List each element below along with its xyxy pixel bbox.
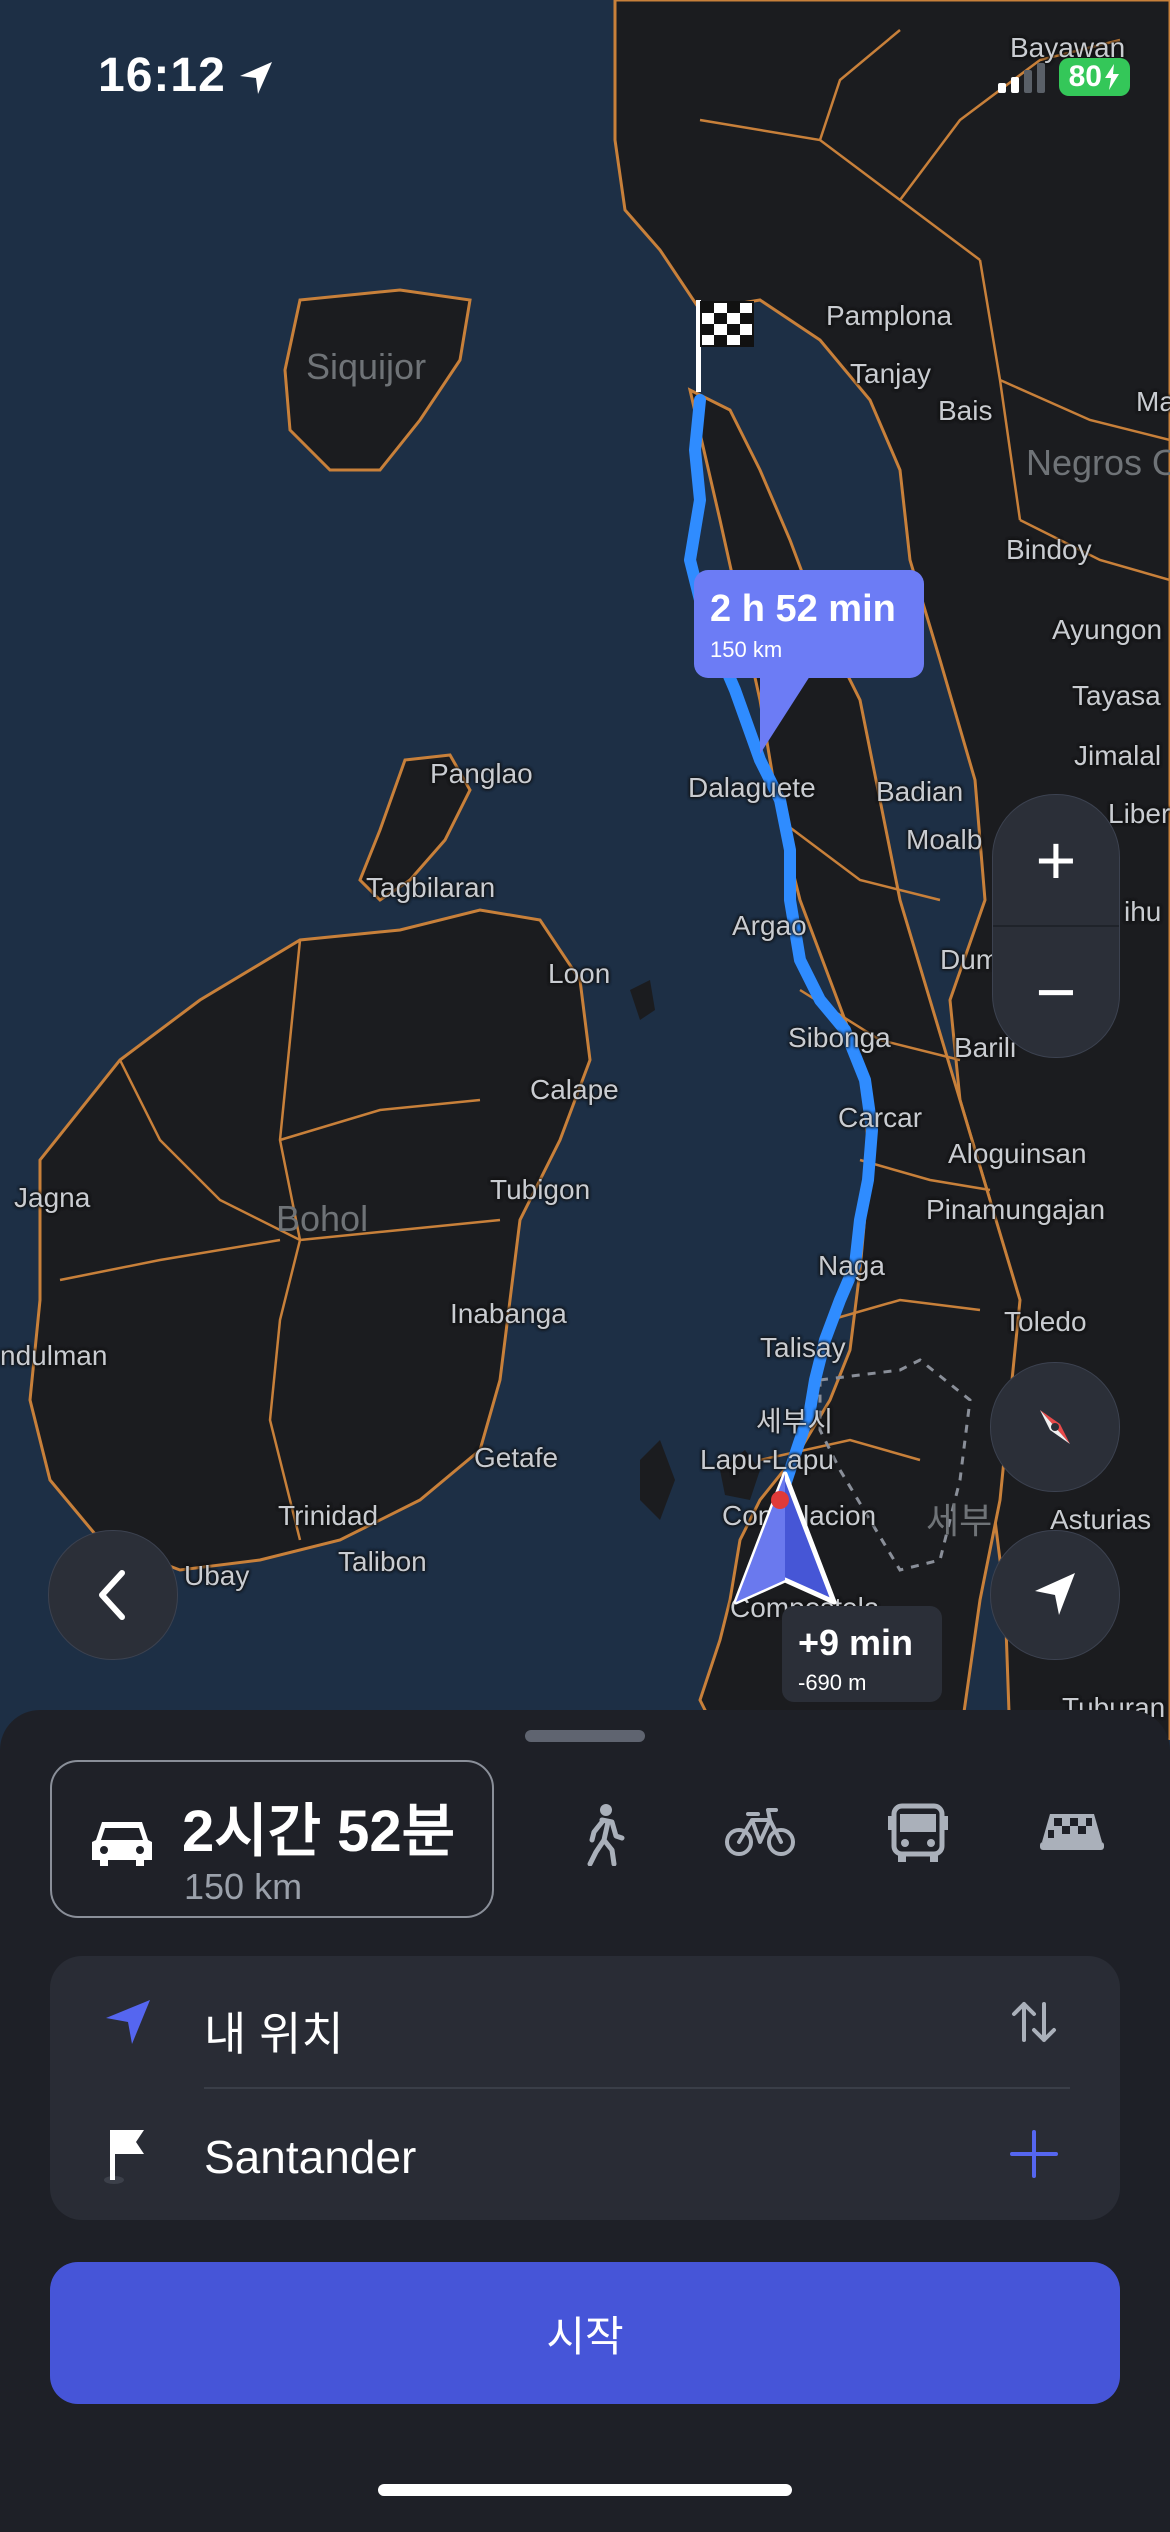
map-label: Bais [938, 395, 993, 426]
alt-route-bubble[interactable]: +9 min -690 m [782, 1606, 942, 1702]
walk-icon[interactable] [576, 1802, 632, 1866]
swap-icon[interactable] [1008, 1996, 1060, 2048]
origin-label: 내 위치 [204, 2008, 344, 2060]
mode-car-selected[interactable]: 2시간 52분 150 km [50, 1760, 494, 1918]
map-label: Jagna [14, 1182, 91, 1213]
map-label: Aloguinsan [948, 1138, 1087, 1169]
map-label: Jimalal [1074, 740, 1162, 771]
map-label: 세부시 [756, 1406, 834, 1437]
map-label: Toledo [1004, 1306, 1087, 1337]
origin-row[interactable]: 내 위치 [50, 1956, 1120, 2088]
alt-route-distance: -690 m [798, 1670, 867, 1695]
cellular-signal-icon [997, 61, 1045, 93]
destination-row[interactable]: Santander [50, 2088, 1120, 2220]
battery-level: 80 [1068, 60, 1102, 93]
map-label: Tagbilaran [366, 872, 496, 903]
zoom-in-button[interactable]: + [993, 795, 1119, 925]
destination-label: Santander [204, 2131, 417, 2183]
destination-flag-icon[interactable] [692, 296, 764, 396]
zoom-out-button[interactable]: − [993, 927, 1119, 1057]
map-view[interactable]: Bayawan Pamplona Tanjay Bais Siquijor Ne… [0, 0, 1170, 1740]
map-label: Moalb [906, 824, 983, 855]
map-label: Ma [1136, 386, 1170, 417]
map-region-label: Siquijor [306, 346, 427, 387]
my-location-icon [1035, 1573, 1075, 1615]
map-label: Talibon [338, 1546, 427, 1577]
compass-button[interactable] [990, 1362, 1120, 1492]
map-label: Calape [530, 1074, 619, 1105]
current-position-arrow-icon [733, 1471, 837, 1605]
map-label: Badian [876, 776, 964, 807]
map-label: Naga [818, 1250, 885, 1281]
map-region-label: 세부 [926, 1500, 993, 1541]
map-label: Getafe [474, 1442, 559, 1473]
my-location-button[interactable] [990, 1530, 1120, 1660]
car-duration: 2시간 52분 [182, 1799, 455, 1864]
map-label: Ubay [184, 1560, 250, 1591]
map-label: Ayungon [1052, 614, 1163, 645]
map-label: Pamplona [826, 300, 953, 331]
battery-charging-icon [1105, 64, 1119, 90]
map-label: Trinidad [278, 1500, 379, 1531]
route-sheet: 2시간 52분 150 km 내 위치 Santander 시작 [0, 1710, 1170, 2532]
start-navigation-button[interactable]: 시작 [50, 2262, 1120, 2404]
compass-icon [1040, 1410, 1070, 1444]
map-label: Pinamungajan [926, 1194, 1106, 1225]
alt-route-delta: +9 min [798, 1622, 914, 1663]
map-label: ndulman [0, 1340, 108, 1371]
map-label: Sibonga [788, 1022, 891, 1053]
map-label: Carcar [838, 1102, 923, 1133]
plus-icon[interactable] [1008, 2128, 1060, 2180]
status-time: 16:12 [98, 49, 226, 102]
sheet-grabber[interactable] [525, 1730, 645, 1742]
map-label: Argao [732, 910, 807, 941]
map-label: ihu [1124, 896, 1162, 927]
eta-bubble-tail [760, 676, 810, 754]
route-eta-duration: 2 h 52 min [710, 588, 896, 630]
map-label: Dum [940, 944, 1000, 975]
map-label: Loon [548, 958, 611, 989]
route-points-card: 내 위치 Santander [50, 1956, 1120, 2220]
bus-icon[interactable] [886, 1802, 950, 1866]
car-icon [92, 1822, 152, 1866]
map-label: Tubigon [490, 1174, 591, 1205]
back-chevron-icon [99, 1570, 125, 1620]
battery-indicator: 80 [1058, 58, 1130, 96]
map-label: Panglao [430, 758, 533, 789]
destination-flag-outline-icon [104, 2130, 144, 2184]
taxi-icon[interactable] [1036, 1802, 1108, 1858]
map-label: Dalaguete [688, 772, 816, 803]
map-label: Inabanga [450, 1298, 567, 1329]
map-label: Bindoy [1006, 534, 1092, 565]
map-label: Tayasa [1072, 680, 1161, 711]
location-arrow-icon [240, 62, 272, 94]
map-label: Talisay [760, 1332, 846, 1363]
map-region-label: Bohol [276, 1198, 369, 1239]
zoom-control: + − [992, 794, 1120, 1058]
route-eta-bubble[interactable]: 2 h 52 min 150 km [694, 570, 924, 678]
map-label: Tanjay [850, 358, 931, 389]
origin-location-icon [106, 2000, 150, 2044]
route-eta-distance: 150 km [710, 637, 783, 662]
home-indicator[interactable] [378, 2484, 792, 2496]
map-region-label: Negros O [1026, 442, 1170, 483]
status-indicators: 80 [997, 58, 1130, 96]
bicycle-icon[interactable] [724, 1802, 796, 1862]
car-distance: 150 km [184, 1866, 303, 1907]
back-button[interactable] [48, 1530, 178, 1660]
